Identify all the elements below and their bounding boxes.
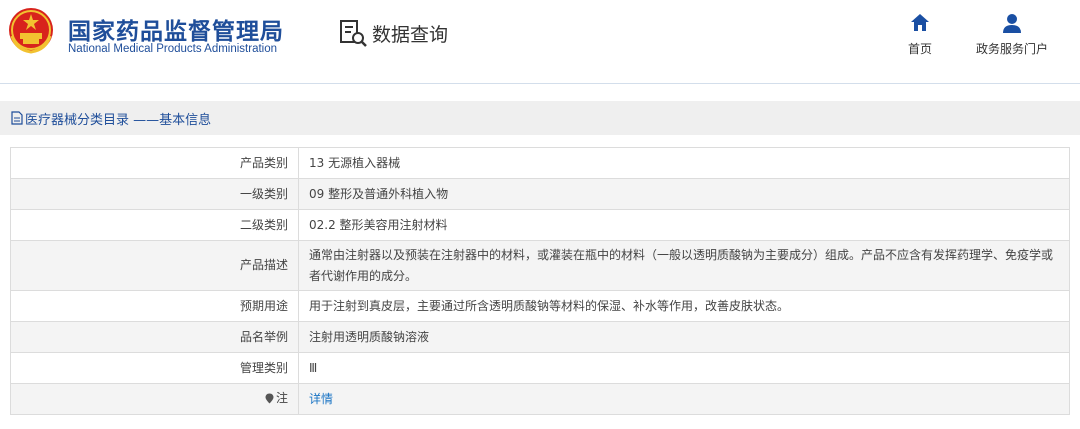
nav-home[interactable]: 首页 bbox=[898, 12, 942, 57]
row-value: Ⅲ bbox=[298, 352, 1070, 384]
data-query-icon bbox=[340, 20, 367, 47]
nav-service-portal-label: 政务服务门户 bbox=[975, 42, 1048, 56]
row-label: 一级类别 bbox=[10, 178, 299, 210]
home-icon bbox=[911, 14, 929, 31]
pin-icon bbox=[265, 393, 274, 403]
row-label: 预期用途 bbox=[10, 290, 299, 322]
row-value: 用于注射到真皮层，主要通过所含透明质酸钠等材料的保湿、补水等作用，改善皮肤状态。 bbox=[298, 290, 1070, 322]
row-value: 02.2 整形美容用注射材料 bbox=[298, 209, 1070, 241]
row-value: 注射用透明质酸钠溶液 bbox=[298, 321, 1070, 353]
table-row: 管理类别 Ⅲ bbox=[10, 352, 1070, 384]
table-row: 二级类别 02.2 整形美容用注射材料 bbox=[10, 209, 1070, 241]
row-label-note: 注 bbox=[10, 383, 299, 415]
table-row: 一级类别 09 整形及普通外科植入物 bbox=[10, 178, 1070, 210]
details-link[interactable]: 详情 bbox=[309, 392, 333, 406]
row-value-note: 详情 bbox=[298, 383, 1070, 415]
document-icon bbox=[11, 111, 23, 125]
nav-service-portal[interactable]: 政务服务门户 bbox=[962, 12, 1062, 57]
table-row: 产品类别 13 无源植入器械 bbox=[10, 147, 1070, 179]
section-title: 医疗器械分类目录 ——基本信息 bbox=[25, 112, 212, 128]
note-label-text: 注 bbox=[275, 390, 288, 405]
table-row: 品名举例 注射用透明质酸钠溶液 bbox=[10, 321, 1070, 353]
nav-home-label: 首页 bbox=[907, 42, 932, 56]
org-name-cn: 国家药品监督管理局 bbox=[68, 19, 284, 45]
row-value: 13 无源植入器械 bbox=[298, 147, 1070, 179]
user-icon bbox=[1003, 14, 1021, 33]
row-label: 产品描述 bbox=[10, 240, 299, 291]
data-query-label: 数据查询 bbox=[372, 23, 449, 46]
basic-info-table: 产品类别 13 无源植入器械 一级类别 09 整形及普通外科植入物 二级类别 0… bbox=[10, 147, 1070, 415]
table-row: 预期用途 用于注射到真皮层，主要通过所含透明质酸钠等材料的保湿、补水等作用，改善… bbox=[10, 290, 1070, 322]
row-value: 通常由注射器以及预装在注射器中的材料，或灌装在瓶中的材料（一般以透明质酸钠为主要… bbox=[298, 240, 1070, 291]
national-emblem-icon bbox=[9, 8, 53, 54]
org-name-en: National Medical Products Administration bbox=[68, 43, 278, 55]
row-label: 产品类别 bbox=[10, 147, 299, 179]
row-value: 09 整形及普通外科植入物 bbox=[298, 178, 1070, 210]
row-label: 管理类别 bbox=[10, 352, 299, 384]
row-label: 二级类别 bbox=[10, 209, 299, 241]
section-header: 医疗器械分类目录 ——基本信息 bbox=[0, 101, 1080, 135]
table-row: 注 详情 bbox=[10, 383, 1070, 415]
site-header: 国家药品监督管理局 National Medical Products Admi… bbox=[0, 0, 1080, 84]
row-label: 品名举例 bbox=[10, 321, 299, 353]
data-query-title: 数据查询 bbox=[338, 18, 448, 48]
note-label: 注 bbox=[265, 388, 288, 409]
table-row: 产品描述 通常由注射器以及预装在注射器中的材料，或灌装在瓶中的材料（一般以透明质… bbox=[10, 240, 1070, 291]
